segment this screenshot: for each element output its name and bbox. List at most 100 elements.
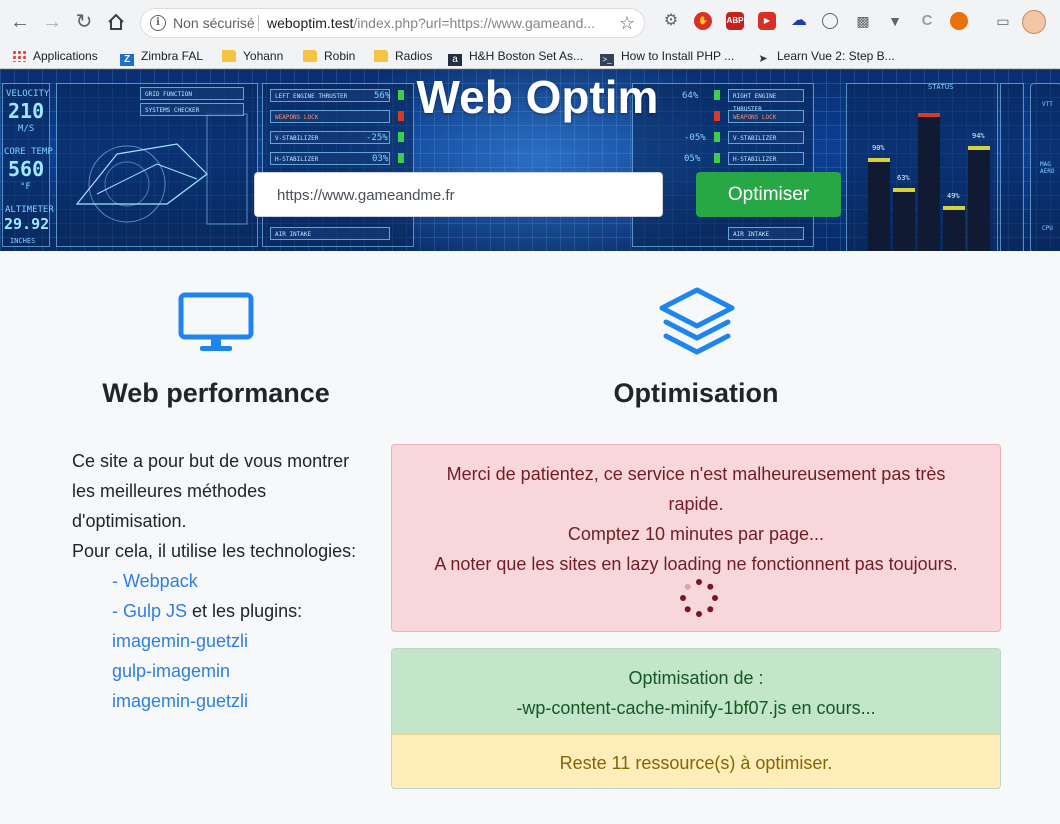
description-line-1: Ce site a pour but de vous montrer les m… [72,451,350,531]
info-icon[interactable]: i [150,15,166,31]
bookmark-hh-boston[interactable]: a H&H Boston Set As... [448,44,583,68]
webpack-item: - Webpack [72,566,372,596]
status-bar [868,158,890,251]
url-path: /index.php?url=https://www.gameand... [353,15,596,31]
vue-icon: ➤ [758,53,768,65]
status-bar-label: 49% [947,192,960,200]
core-temp-label: CORE TEMP [4,147,53,157]
url-input[interactable]: https://www.gameandme.fr [254,172,663,217]
left-row-5: AIR INTAKE [270,227,390,240]
cloud-extension-icon[interactable]: ☁ [790,12,808,30]
core-temp-value: 560 [8,157,45,181]
velocity-unit: M/S [18,124,35,134]
description-text: Ce site a pour but de vous montrer les m… [72,446,372,716]
bookmark-label: Zimbra FAL [141,49,204,63]
amazon-icon: a [448,54,462,66]
plugin-link-1[interactable]: imagemin-guetzli [112,631,248,651]
right-val-4: 05% [684,154,701,164]
bookmark-learn-vue[interactable]: ➤ Learn Vue 2: Step B... [756,44,894,68]
dial-label-2: MAG AERO [1040,161,1055,175]
gulp-suffix: et les plugins: [187,601,303,621]
omnibox-separator [258,15,259,31]
home-icon[interactable] [104,10,128,34]
optimisation-status: Optimisation de : -wp-content-cache-mini… [391,648,1001,789]
dial-label-3: CPU [1042,225,1053,232]
profile-avatar[interactable] [1022,10,1046,34]
layers-icon [658,286,736,365]
feature-title-web-performance: Web performance [102,378,330,408]
webpack-link[interactable]: - Webpack [112,571,198,591]
bookmark-star-icon[interactable]: ☆ [619,8,635,38]
vue-extension-icon[interactable]: ▼ [886,12,904,30]
core-temp-unit: °F [20,182,31,192]
current-file-status: Optimisation de : -wp-content-cache-mini… [392,649,1000,734]
status-bar [943,206,965,251]
bookmark-install-php[interactable]: >_ How to Install PHP ... [600,44,734,68]
bookmark-yohann[interactable]: Yohann [222,44,283,68]
status-bar [893,188,915,251]
status-bar [918,113,940,251]
monitor-icon [178,292,254,359]
wait-alert: Merci de patientez, ce service n'est mal… [391,444,1001,632]
plugin-item: imagemin-guetzli [72,686,372,716]
terminal-icon: >_ [600,54,614,66]
description-line-2: Pour cela, il utilise les technologies: [72,541,357,561]
reload-icon[interactable]: ↻ [72,10,96,34]
plugin-link-3[interactable]: imagemin-guetzli [112,691,248,711]
loading-spinner-icon [680,579,718,617]
status-title: Optimisation de : [628,668,764,688]
gear-extension-icon[interactable]: ⚙ [662,12,680,30]
gulp-item: - Gulp JS et les plugins: [72,596,372,626]
folder-icon [303,50,317,62]
back-arrow-icon[interactable]: ← [8,10,32,34]
remaining-resources: Reste 11 ressource(s) à optimiser. [392,734,1000,788]
altimeter-unit: INCHES [10,237,36,245]
left-val-3: -25% [366,133,388,143]
plugin-item: gulp-imagemin [72,656,372,686]
status-dot [398,153,404,163]
alert-line-2: Comptez 10 minutes par page... [567,524,825,544]
url-text: weboptim.test/index.php?url=https://www.… [267,8,595,38]
alert-line-1: Merci de patientez, ce service n'est mal… [446,464,946,514]
fire-extension-icon[interactable] [950,12,968,30]
altimeter-label: ALTIMETER [5,205,54,215]
optimize-button[interactable]: Optimiser [696,172,841,217]
bookmarks-bar: Applications Z Zimbra FAL Yohann Robin Ra… [0,44,1060,69]
hero-banner: VELOCITY 210 M/S CORE TEMP 560 °F ALTIME… [0,69,1060,251]
forward-arrow-icon[interactable]: → [40,10,64,34]
folder-extension-icon[interactable]: ▩ [854,12,872,30]
plugin-link-2[interactable]: gulp-imagemin [112,661,230,681]
url-host: weboptim.test [267,15,354,31]
folder-icon [374,50,388,62]
c-extension-icon[interactable]: C [918,12,936,30]
apps-grid-icon [12,50,26,62]
status-file: -wp-content-cache-minify-1bf07.js en cou… [516,698,876,718]
bookmark-robin[interactable]: Robin [303,44,355,68]
bookmark-zimbra[interactable]: Z Zimbra FAL [120,44,203,68]
insecure-label: Non sécurisé [173,15,255,31]
altimeter-value: 29.92 [4,215,50,233]
bookmark-radios[interactable]: Radios [374,44,432,68]
feature-title-optimisation: Optimisation [613,378,779,408]
status-bar-label: 90% [872,144,885,152]
record-extension-icon[interactable]: ▶ [758,12,776,30]
bookmark-applications[interactable]: Applications [12,44,98,68]
zimbra-icon: Z [120,54,134,66]
bookmark-label: Radios [395,49,433,63]
bookmark-label: Robin [324,49,356,63]
status-dot [714,153,720,163]
folder-icon [222,50,236,62]
status-dot [398,132,404,142]
browser-toolbar: ← → ↻ i Non sécurisé weboptim.test/index… [0,0,1060,45]
gulp-link[interactable]: - Gulp JS [112,601,187,621]
status-bar-label: 94% [972,132,985,140]
cast-icon[interactable]: ▭ [994,12,1012,30]
status-bar-label: 63% [897,174,910,182]
adblock-extension-icon[interactable]: ABP [726,12,744,30]
address-bar[interactable]: i Non sécurisé weboptim.test/index.php?u… [140,8,645,38]
left-val-4: 03% [372,154,389,164]
page-title: Web Optim [416,71,659,123]
circle-extension-icon[interactable] [822,13,838,29]
bookmark-label: How to Install PHP ... [621,49,735,63]
stop-extension-icon[interactable]: ✋ [694,12,712,30]
